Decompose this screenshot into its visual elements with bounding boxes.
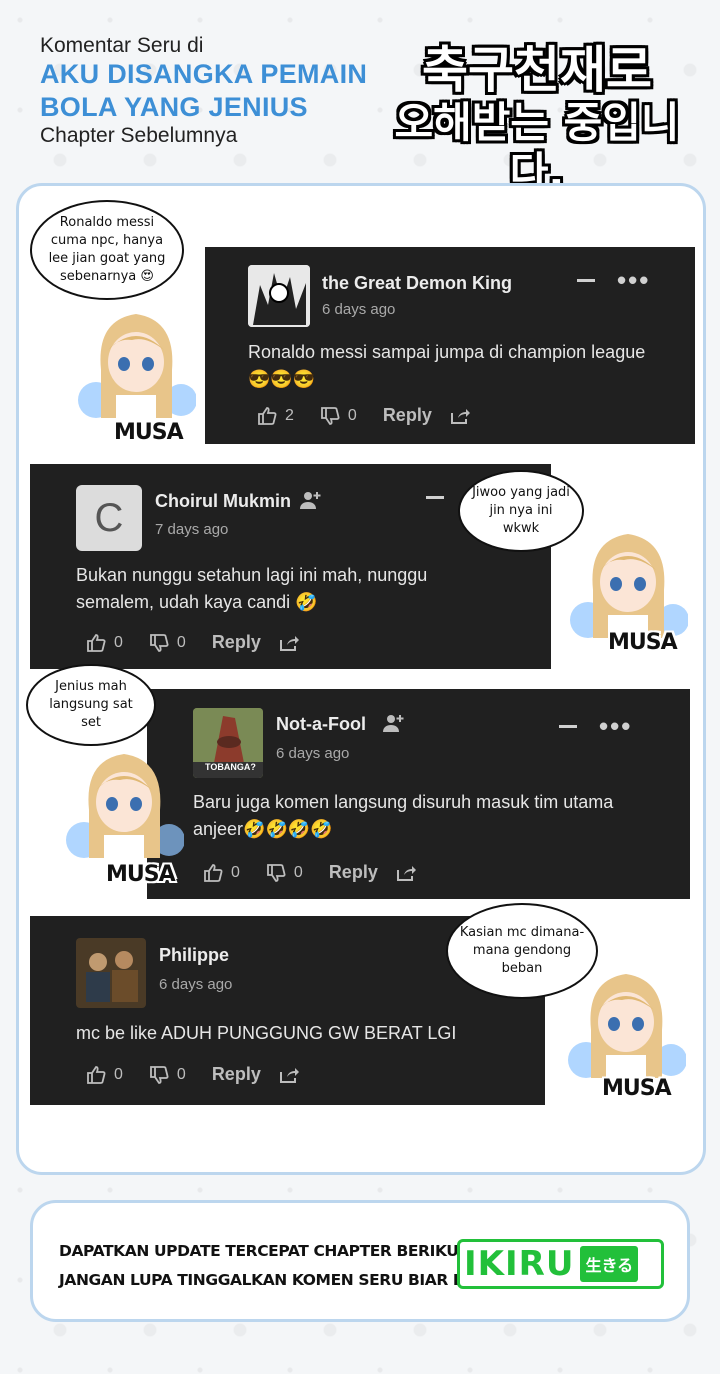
share-icon[interactable] <box>450 407 470 425</box>
korean-title: 축구천재로 오해받는 중입니다. <box>372 42 702 198</box>
speech-bubble: Ronaldo messi cuma npc, hanya lee jian g… <box>30 200 184 300</box>
reply-button[interactable]: Reply <box>329 862 378 883</box>
thumbs-up-icon <box>204 863 223 882</box>
dislike-count: 0 <box>176 1065 186 1083</box>
comment-card: TOBANGA? Not-a-Fool 6 days ago ••• Baru … <box>147 689 690 899</box>
comment-actions: 0 0 Reply <box>86 1064 299 1085</box>
musa-label: MUSA <box>114 420 184 445</box>
ikiru-logo[interactable]: IKIRU 生きる <box>457 1239 664 1289</box>
like-count: 2 <box>285 406 294 424</box>
like-count: 0 <box>114 1065 123 1083</box>
dislike-count: 0 <box>293 863 303 881</box>
like-button[interactable]: 0 <box>203 863 240 883</box>
speech-bubble: Jenius mah langsung sat set <box>26 664 156 746</box>
comment-actions: 0 0 Reply <box>86 632 299 653</box>
brand-name: IKIRU <box>464 1244 575 1284</box>
avatar <box>248 265 310 327</box>
musa-character-illustration <box>66 754 184 865</box>
dislike-button[interactable]: 0 <box>320 406 357 426</box>
comment-body: mc be like ADUH PUNGGUNG GW BERAT LGI <box>76 1023 457 1043</box>
like-button[interactable]: 0 <box>86 633 123 653</box>
musa-label: MUSA <box>106 862 176 887</box>
thumbs-up-icon <box>87 633 106 652</box>
like-button[interactable]: 0 <box>86 1065 123 1085</box>
follow-user-icon[interactable] <box>300 490 322 510</box>
reply-button[interactable]: Reply <box>383 405 432 426</box>
musa-label: MUSA <box>602 1076 672 1101</box>
follow-user-icon[interactable] <box>383 713 405 733</box>
comment-menu: ••• <box>577 267 650 293</box>
thumbs-down-icon <box>150 1065 169 1084</box>
musa-character-illustration <box>78 314 196 425</box>
avatar: C <box>76 485 142 551</box>
dislike-count: 0 <box>347 406 357 424</box>
collapse-icon[interactable] <box>577 278 595 282</box>
thumbs-down-icon <box>150 633 169 652</box>
thumbs-down-icon <box>267 863 286 882</box>
comment-time: 6 days ago <box>159 976 233 993</box>
more-icon[interactable]: ••• <box>617 267 650 293</box>
series-title-line1: AKU DISANGKA PEMAIN <box>40 59 368 89</box>
comment-time: 6 days ago <box>322 301 396 318</box>
more-icon[interactable]: ••• <box>599 713 632 739</box>
korean-title-line1: 축구천재로 <box>422 41 652 99</box>
comment-body: Ronaldo messi sampai jumpa di champion l… <box>248 342 646 389</box>
reply-button[interactable]: Reply <box>212 1064 261 1085</box>
comment-actions: 0 0 Reply <box>203 862 416 883</box>
brand-name-jp: 生きる <box>580 1246 639 1282</box>
like-count: 0 <box>231 863 240 881</box>
series-title-line2: BOLA YANG JENIUS <box>40 92 308 122</box>
avatar: TOBANGA? <box>193 708 263 778</box>
thumbs-up-icon <box>87 1065 106 1084</box>
share-icon[interactable] <box>396 864 416 882</box>
comment-card: the Great Demon King 6 days ago ••• Rona… <box>205 247 695 444</box>
share-icon[interactable] <box>279 1066 299 1084</box>
thumbs-up-icon <box>258 406 277 425</box>
comment-author[interactable]: Not-a-Fool <box>276 714 366 735</box>
comment-author[interactable]: the Great Demon King <box>322 273 512 294</box>
comment-author[interactable]: Philippe <box>159 945 229 966</box>
share-icon[interactable] <box>279 634 299 652</box>
comment-menu <box>426 496 444 499</box>
comment-body: Baru juga komen langsung disuruh masuk t… <box>193 792 614 839</box>
collapse-icon[interactable] <box>426 496 444 499</box>
thumbs-down-icon <box>321 406 340 425</box>
musa-label: MUSA <box>608 630 678 655</box>
reply-button[interactable]: Reply <box>212 632 261 653</box>
dislike-count: 0 <box>176 633 186 651</box>
speech-bubble: Jiwoo yang jadi jin nya ini wkwk <box>458 470 584 552</box>
like-count: 0 <box>114 633 123 651</box>
dislike-button[interactable]: 0 <box>149 633 186 653</box>
like-button[interactable]: 2 <box>257 406 294 426</box>
header-pre: Komentar Seru di <box>40 34 204 57</box>
comment-actions: 2 0 Reply <box>257 405 470 426</box>
avatar-caption: TOBANGA? <box>205 762 256 772</box>
header-post: Chapter Sebelumnya <box>40 124 238 147</box>
dislike-button[interactable]: 0 <box>149 1065 186 1085</box>
comment-time: 7 days ago <box>155 521 229 538</box>
comment-author[interactable]: Choirul Mukmin <box>155 491 291 512</box>
comment-menu: ••• <box>559 713 632 739</box>
avatar <box>76 938 146 1008</box>
collapse-icon[interactable] <box>559 724 577 728</box>
avatar-letter: C <box>94 495 124 540</box>
comment-time: 6 days ago <box>276 745 350 762</box>
footer-banner: DAPATKAN UPDATE TERCEPAT CHAPTER BERIKUT… <box>30 1200 690 1322</box>
musa-character-illustration <box>568 974 686 1085</box>
header: Komentar Seru di AKU DISANGKA PEMAIN BOL… <box>40 34 380 148</box>
dislike-button[interactable]: 0 <box>266 863 303 883</box>
comment-body: Bukan nunggu setahun lagi ini mah, nungg… <box>76 565 428 612</box>
